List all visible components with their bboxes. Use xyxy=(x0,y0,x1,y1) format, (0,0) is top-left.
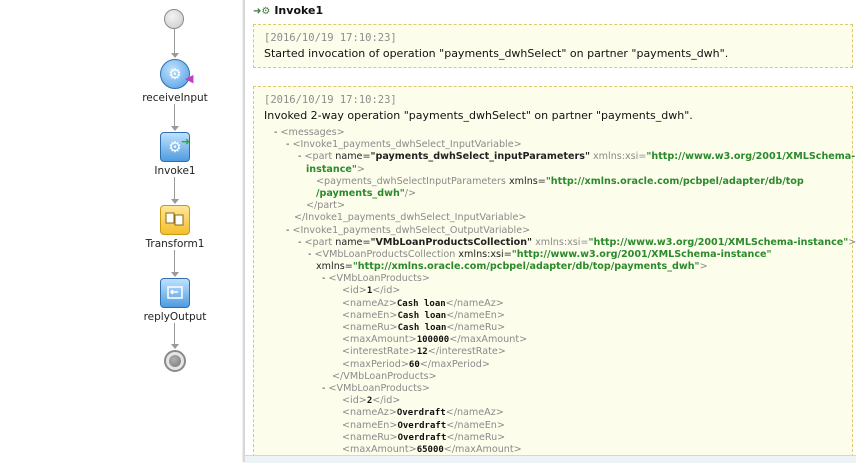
xml-line: <maxAmount>100000</maxAmount> xyxy=(342,334,528,346)
log-title: ➜⚙ Invoke1 xyxy=(253,4,323,17)
connector-line xyxy=(174,323,175,345)
connector-arrow xyxy=(171,126,179,131)
xml-line[interactable]: - <Invoke1_payments_dwhSelect_OutputVaria… xyxy=(264,225,842,237)
receive-arrow-icon: ◀ xyxy=(185,72,194,85)
entry-message: Invoked 2-way operation "payments_dwhSel… xyxy=(264,109,693,122)
connector-arrow xyxy=(171,272,179,277)
xml-line[interactable]: - <Invoke1_payments_dwhSelect_InputVariab… xyxy=(264,139,842,151)
gear-icon: ⚙ xyxy=(168,65,182,83)
start-node-icon[interactable] xyxy=(164,9,184,29)
connector-arrow xyxy=(171,199,179,204)
xml-line[interactable]: - <messages> xyxy=(264,127,842,139)
xml-line: </VMbLoanProducts> xyxy=(332,370,437,382)
node-label-transform[interactable]: Transform1 xyxy=(125,238,225,250)
xml-line: /payments_dwh"/> xyxy=(316,187,417,199)
log-entry-started: [2016/10/19 17:10:23] Started invocation… xyxy=(253,24,853,68)
collapse-toggle[interactable]: - xyxy=(322,383,325,394)
transform-activity-icon[interactable] xyxy=(160,205,190,235)
receive-activity-icon[interactable]: ⚙ ◀ xyxy=(160,59,194,89)
xml-line: <nameEn>Overdraft</nameEn> xyxy=(342,419,505,431)
invoke-arrow-icon: ➜ xyxy=(181,135,191,148)
collapse-toggle[interactable]: - xyxy=(286,139,289,150)
xml-line: - <VMbLoanProductsCollection xmlns:xsi="h… xyxy=(308,248,772,260)
entry-message: Started invocation of operation "payment… xyxy=(264,47,729,60)
bpel-flow-diagram: ⚙ ◀ receiveInput ⚙ ➜ Invoke1 Transform1 … xyxy=(0,0,242,462)
xml-line: instance"> xyxy=(306,163,365,175)
reply-arrow-icon xyxy=(167,286,183,299)
reply-activity-icon[interactable] xyxy=(160,278,190,308)
xml-line: <id>1</id> xyxy=(342,285,401,297)
transform-doc-icon xyxy=(165,212,184,226)
node-label-reply[interactable]: replyOutput xyxy=(125,311,225,323)
log-entry-invoked: [2016/10/19 17:10:23] Invoked 2-way oper… xyxy=(253,86,856,462)
xml-line[interactable]: - <VMbLoanProducts> xyxy=(264,383,842,395)
xml-line: </part> xyxy=(306,200,345,212)
invoke-arrow-icon: ➜⚙ xyxy=(253,6,271,17)
entry-timestamp: [2016/10/19 17:10:23] xyxy=(264,32,397,44)
xml-payload: - <messages> - <Invoke1_payments_dwhSelect… xyxy=(264,127,856,456)
xml-line: <nameEn>Cash loan</nameEn> xyxy=(342,309,505,321)
connector-line xyxy=(174,29,175,54)
entry-timestamp: [2016/10/19 17:10:23] xyxy=(264,94,397,106)
audit-log-panel: ➜⚙ Invoke1 [2016/10/19 17:10:23] Started … xyxy=(245,0,856,462)
connector-arrow xyxy=(171,344,179,349)
connector-arrow xyxy=(171,53,179,58)
xml-line: <id>2</id> xyxy=(342,395,401,407)
collapse-toggle[interactable]: - xyxy=(322,273,325,284)
collapse-toggle[interactable]: - xyxy=(274,127,277,138)
collapse-toggle[interactable]: - xyxy=(308,249,311,260)
connector-line xyxy=(174,177,175,200)
collapse-toggle[interactable]: - xyxy=(298,151,301,162)
xml-line: - <part name="VMbLoanProductsCollection" … xyxy=(298,236,856,248)
xml-line: <interestRate>12</interestRate> xyxy=(342,346,506,358)
xml-line: <maxPeriod>60</maxPeriod> xyxy=(342,358,490,370)
collapse-toggle[interactable]: - xyxy=(286,225,289,236)
connector-line xyxy=(174,104,175,127)
xml-line: <nameAz>Overdraft</nameAz> xyxy=(342,407,504,419)
connector-line xyxy=(174,250,175,273)
node-label-invoke[interactable]: Invoke1 xyxy=(125,165,225,177)
node-label-receive[interactable]: receiveInput xyxy=(125,92,225,104)
xml-line: <nameRu>Cash loan</nameRu> xyxy=(342,322,506,333)
xml-line: <nameAz>Cash loan</nameAz> xyxy=(342,297,504,309)
xml-line: - <part name="payments_dwhSelect_inputPar… xyxy=(298,151,856,163)
xml-line[interactable]: - <VMbLoanProducts> xyxy=(264,273,842,285)
xml-line: <payments_dwhSelectInputParameters xmlns… xyxy=(316,175,804,187)
invoke-activity-icon[interactable]: ⚙ ➜ xyxy=(160,132,190,162)
xml-line: xmlns="http://xmlns.oracle.com/pcbpel/ad… xyxy=(316,261,708,273)
xml-line: <nameRu>Overdraft</nameRu> xyxy=(342,431,506,443)
xml-line: </Invoke1_payments_dwhSelect_InputVariab… xyxy=(294,212,527,224)
log-title-text: Invoke1 xyxy=(274,4,324,17)
end-node-icon[interactable] xyxy=(164,350,186,372)
collapse-toggle[interactable]: - xyxy=(298,237,301,248)
